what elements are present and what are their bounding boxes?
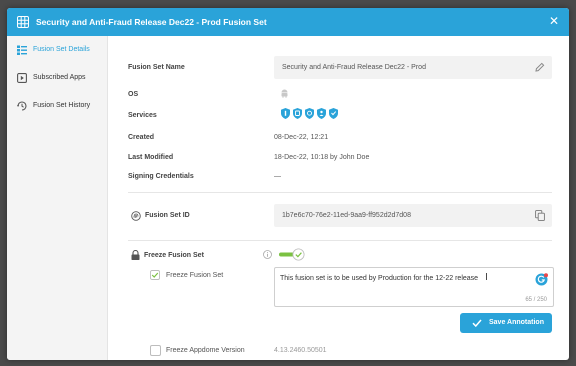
save-annotation-label: Save Annotation <box>489 319 544 326</box>
edit-pencil-icon[interactable] <box>535 62 545 72</box>
sidebar-item-label: Fusion Set Details <box>33 46 90 53</box>
fusion-set-id-value: 1b7e6c70-76e2-11ed-9aa9-ff952d2d7d08 <box>282 212 411 219</box>
sidebar-item-fusion-set-history[interactable]: Fusion Set History <box>7 96 107 116</box>
modal-title: Security and Anti-Fraud Release Dec22 - … <box>36 17 267 27</box>
info-icon[interactable] <box>263 250 272 259</box>
modal-header: Security and Anti-Fraud Release Dec22 - … <box>7 8 569 36</box>
freeze-appdome-version-checkbox[interactable] <box>150 345 161 356</box>
fusion-set-name-field[interactable]: Security and Anti-Fraud Release Dec22 - … <box>274 56 552 79</box>
details-icon <box>17 45 27 55</box>
apps-icon <box>17 73 27 83</box>
fusion-set-name-value: Security and Anti-Fraud Release Dec22 - … <box>282 64 426 71</box>
fusion-set-name-label: Fusion Set Name <box>128 64 185 71</box>
fusion-set-modal: Security and Anti-Fraud Release Dec22 - … <box>7 8 569 360</box>
created-value: 08-Dec-22, 12:21 <box>274 134 329 141</box>
fusion-set-id-label: Fusion Set ID <box>145 212 190 219</box>
sidebar-item-label: Subscribed Apps <box>33 74 86 81</box>
divider <box>128 240 552 241</box>
service-shield-icon <box>293 108 302 119</box>
freeze-fusion-set-label: Freeze Fusion Set <box>144 252 204 259</box>
signing-credentials-label: Signing Credentials <box>128 173 194 180</box>
sidebar-item-fusion-set-details[interactable]: Fusion Set Details <box>7 40 107 60</box>
character-count: 65 / 250 <box>525 297 547 303</box>
grammar-assistant-icon[interactable] <box>535 273 548 286</box>
os-label: OS <box>128 91 139 98</box>
service-shield-icon <box>281 108 290 119</box>
details-panel: Fusion Set Name Security and Anti-Fraud … <box>107 36 569 360</box>
service-shield-icon <box>329 108 338 119</box>
history-icon <box>17 101 27 111</box>
fusion-set-id-field: 1b7e6c70-76e2-11ed-9aa9-ff952d2d7d08 <box>274 204 552 227</box>
android-icon <box>281 89 288 98</box>
annotation-textarea[interactable]: This fusion set is to be used by Product… <box>274 267 554 307</box>
lock-icon <box>131 250 140 260</box>
sidebar-item-label: Fusion Set History <box>33 102 91 109</box>
divider <box>128 192 552 193</box>
signing-credentials-value: — <box>274 173 281 180</box>
service-shield-icon <box>305 108 314 119</box>
appdome-version-value: 4.13.2460.50501 <box>274 347 327 354</box>
freeze-fusion-set-checkbox[interactable] <box>150 270 160 280</box>
grid-icon <box>17 16 29 28</box>
close-icon[interactable]: ✕ <box>549 14 559 28</box>
last-modified-value: 18-Dec-22, 10:18 by John Doe <box>274 154 370 161</box>
freeze-fusion-set-checkbox-label: Freeze Fusion Set <box>166 272 224 279</box>
annotation-text: This fusion set is to be used by Product… <box>280 275 479 282</box>
text-cursor-icon: I <box>485 272 488 283</box>
sidebar-item-subscribed-apps[interactable]: Subscribed Apps <box>7 68 107 88</box>
freeze-toggle[interactable] <box>279 248 305 261</box>
check-icon <box>472 319 482 328</box>
save-annotation-button[interactable]: Save Annotation <box>460 313 552 333</box>
last-modified-label: Last Modified <box>128 154 174 161</box>
fingerprint-icon <box>131 211 141 221</box>
created-label: Created <box>128 134 155 141</box>
copy-icon[interactable] <box>535 210 545 221</box>
service-shield-icon <box>317 108 326 119</box>
services-label: Services <box>128 112 157 119</box>
freeze-appdome-version-label: Freeze Appdome Version <box>166 347 245 354</box>
sidebar: Fusion Set Details Subscribed Apps Fusio… <box>7 36 108 360</box>
